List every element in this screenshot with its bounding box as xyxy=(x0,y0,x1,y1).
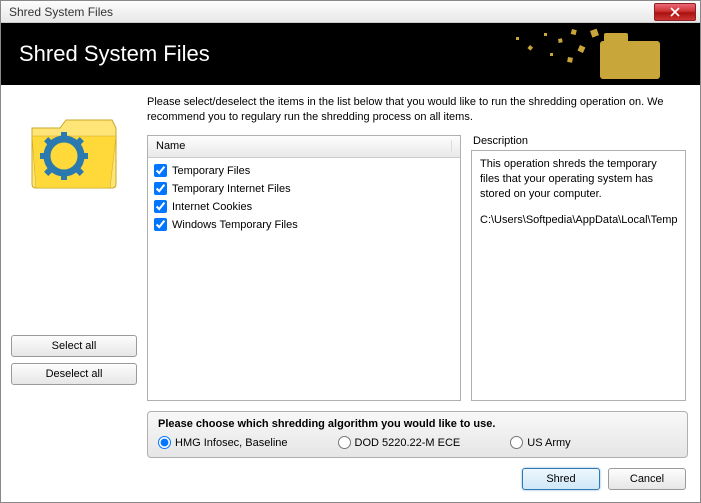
algorithm-label: US Army xyxy=(527,437,570,449)
list-item-label: Temporary Internet Files xyxy=(172,183,291,195)
close-icon xyxy=(670,7,680,17)
list-item[interactable]: Temporary Files xyxy=(154,162,454,180)
algorithm-radio[interactable] xyxy=(338,436,351,449)
footer-buttons: Shred Cancel xyxy=(1,458,700,502)
list-item[interactable]: Windows Temporary Files xyxy=(154,216,454,234)
description-path: C:\Users\Softpedia\AppData\Local\Temp xyxy=(480,213,677,228)
description-panel: Description This operation shreds the te… xyxy=(471,135,686,401)
select-all-button[interactable]: Select all xyxy=(11,335,137,357)
header-banner: Shred System Files xyxy=(1,23,700,85)
instruction-text: Please select/deselect the items in the … xyxy=(147,95,686,125)
description-label: Description xyxy=(471,135,686,147)
list-header[interactable]: Name xyxy=(148,136,460,158)
close-button[interactable] xyxy=(654,3,696,21)
list-item-checkbox[interactable] xyxy=(154,182,167,195)
shred-dialog: Shred System Files Shred System Files xyxy=(0,0,701,503)
list-item-label: Internet Cookies xyxy=(172,201,252,213)
list-item-label: Windows Temporary Files xyxy=(172,219,298,231)
items-list: Name Temporary Files Temporary Internet F… xyxy=(147,135,461,401)
description-text: This operation shreds the temporary file… xyxy=(480,157,677,203)
list-item[interactable]: Internet Cookies xyxy=(154,198,454,216)
algorithm-option[interactable]: US Army xyxy=(510,436,570,449)
left-column: Select all Deselect all xyxy=(1,95,147,401)
list-header-name: Name xyxy=(156,140,452,152)
list-item-checkbox[interactable] xyxy=(154,218,167,231)
cancel-button[interactable]: Cancel xyxy=(608,468,686,490)
list-item-checkbox[interactable] xyxy=(154,200,167,213)
shred-button[interactable]: Shred xyxy=(522,468,600,490)
titlebar[interactable]: Shred System Files xyxy=(1,1,700,23)
folder-gear-icon xyxy=(24,106,124,196)
deselect-all-button[interactable]: Deselect all xyxy=(11,363,137,385)
algorithm-radio[interactable] xyxy=(510,436,523,449)
algorithm-option[interactable]: HMG Infosec, Baseline xyxy=(158,436,288,449)
list-item-checkbox[interactable] xyxy=(154,164,167,177)
algorithm-group: Please choose which shredding algorithm … xyxy=(147,411,688,458)
list-item-label: Temporary Files xyxy=(172,165,250,177)
description-box: This operation shreds the temporary file… xyxy=(471,150,686,401)
window-title: Shred System Files xyxy=(5,5,654,19)
content-area: Select all Deselect all Please select/de… xyxy=(1,85,700,502)
algorithm-option[interactable]: DOD 5220.22-M ECE xyxy=(338,436,461,449)
list-item[interactable]: Temporary Internet Files xyxy=(154,180,454,198)
algorithm-label: DOD 5220.22-M ECE xyxy=(355,437,461,449)
shred-folder-art-icon xyxy=(480,23,700,85)
algorithm-title: Please choose which shredding algorithm … xyxy=(158,418,677,430)
algorithm-label: HMG Infosec, Baseline xyxy=(175,437,288,449)
algorithm-radio[interactable] xyxy=(158,436,171,449)
header-title: Shred System Files xyxy=(19,41,210,67)
